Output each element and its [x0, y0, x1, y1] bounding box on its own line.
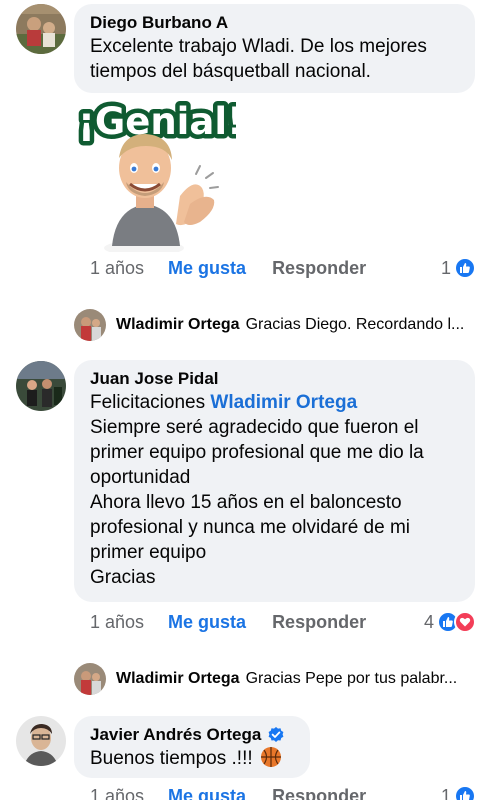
- reply-preview[interactable]: Wladimir Ortega Gracias Diego. Recordand…: [116, 309, 476, 341]
- reply-text: Gracias Diego. Recordando l...: [245, 316, 465, 333]
- comment-text: Siempre seré agradecido que fueron el: [90, 417, 419, 438]
- avatar[interactable]: [74, 309, 106, 341]
- reply-button[interactable]: Responder: [272, 612, 366, 633]
- verified-badge-icon: [267, 726, 285, 744]
- comment-text: primer equipo: [90, 542, 207, 563]
- avatar[interactable]: [16, 716, 66, 766]
- comment-text: oportunidad: [90, 467, 191, 488]
- comment-author[interactable]: Juan Jose Pidal: [90, 368, 459, 390]
- comment-text: Buenos tiempos .!!!: [90, 746, 294, 775]
- comment-time[interactable]: 1 años: [90, 258, 144, 279]
- comment-text: Excelente trabajo Wladi. De los mejores: [90, 36, 427, 57]
- like-icon: [454, 785, 476, 800]
- comment-author[interactable]: Diego Burbano A: [90, 12, 459, 34]
- avatar[interactable]: [16, 4, 66, 54]
- comment-bubble: Juan Jose Pidal Felicitaciones Wladimir …: [74, 360, 475, 602]
- reaction-summary[interactable]: 1: [441, 254, 476, 282]
- comment-text: Gracias: [90, 567, 156, 588]
- comment-actions: 1 años Me gusta Responder: [90, 782, 366, 800]
- reaction-count: 4: [423, 611, 434, 632]
- like-icon: [454, 257, 476, 279]
- mention-link[interactable]: Wladimir Ortega: [210, 392, 357, 413]
- comment-text: profesional y nunca me olvidaré de mi: [90, 517, 411, 538]
- reaction-summary[interactable]: 1: [441, 782, 476, 800]
- comment-actions: 1 años Me gusta Responder: [90, 254, 366, 282]
- comment-time[interactable]: 1 años: [90, 786, 144, 800]
- reply-button[interactable]: Responder: [272, 258, 366, 279]
- reply-button[interactable]: Responder: [272, 786, 366, 800]
- reaction-count: 1: [440, 785, 451, 800]
- comment-author: Javier Andrés Ortega: [90, 724, 294, 746]
- comment-text-intro: Felicitaciones: [90, 392, 206, 413]
- like-button[interactable]: Me gusta: [168, 786, 246, 800]
- basketball-icon: [260, 746, 282, 775]
- comment-time[interactable]: 1 años: [90, 612, 144, 633]
- avatar[interactable]: [74, 663, 106, 695]
- reply-author[interactable]: Wladimir Ortega: [116, 670, 240, 688]
- like-button[interactable]: Me gusta: [168, 612, 246, 633]
- comment-text: Felicitaciones Wladimir Ortega: [90, 390, 459, 415]
- comment-bubble: Diego Burbano A Excelente trabajo Wladi.…: [74, 4, 475, 93]
- comment-text: Ahora llevo 15 años en el baloncesto: [90, 492, 402, 513]
- reply-preview[interactable]: Wladimir Ortega Gracias Pepe por tus pal…: [116, 663, 476, 695]
- reply-text: Gracias Pepe por tus palabr...: [245, 670, 458, 687]
- comment-bubble: Javier Andrés Ortega Buenos tiempos .!!!: [74, 716, 310, 778]
- reply-author[interactable]: Wladimir Ortega: [116, 316, 240, 334]
- comment-text: primer equipo profesional que me dio la: [90, 442, 424, 463]
- like-button[interactable]: Me gusta: [168, 258, 246, 279]
- reaction-summary[interactable]: 4: [424, 608, 476, 636]
- love-icon: [454, 611, 476, 633]
- comment-text: tiempos del básquetball nacional.: [90, 61, 371, 82]
- reaction-count: 1: [440, 257, 451, 278]
- comment-actions: 1 años Me gusta Responder: [90, 608, 366, 636]
- comment-text-body: Buenos tiempos .!!!: [90, 748, 253, 769]
- comment-author-name[interactable]: Javier Andrés Ortega: [90, 724, 261, 746]
- avatar[interactable]: [16, 361, 66, 411]
- sticker-genial: ¡Genial!: [74, 96, 248, 256]
